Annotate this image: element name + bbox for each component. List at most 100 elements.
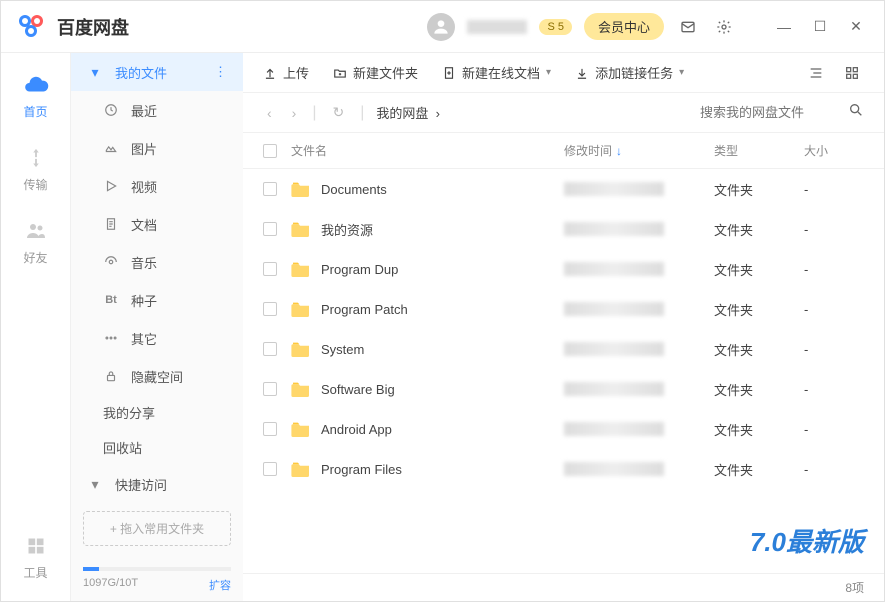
- vip-badge[interactable]: S 5: [539, 19, 572, 35]
- sidebar: ▾ 我的文件 ⋮ 最近 图片 视频 文档 音乐: [71, 53, 243, 601]
- folder-plus-icon: [333, 66, 347, 80]
- close-button[interactable]: ✕: [844, 15, 868, 39]
- quick-add-folder[interactable]: + 拖入常用文件夹: [83, 511, 231, 546]
- nav-home[interactable]: 首页: [22, 71, 50, 120]
- search-input[interactable]: [700, 105, 840, 120]
- column-time[interactable]: 修改时间↓: [564, 142, 714, 159]
- maximize-button[interactable]: ☐: [808, 15, 832, 39]
- file-row[interactable]: Software Big 文件夹 -: [243, 369, 884, 409]
- user-avatar[interactable]: [427, 13, 455, 41]
- nav-forward-button[interactable]: ›: [288, 105, 301, 121]
- file-time-blurred: [564, 222, 664, 236]
- sidebar-music[interactable]: 音乐: [71, 243, 243, 281]
- column-size[interactable]: 大小: [804, 142, 864, 159]
- file-row[interactable]: 我的资源 文件夹 -: [243, 209, 884, 249]
- nav-transfer[interactable]: 传输: [22, 144, 50, 193]
- column-type[interactable]: 类型: [714, 142, 804, 159]
- file-name: Documents: [321, 182, 387, 197]
- storage-label: 1097G/10T: [83, 577, 138, 593]
- row-checkbox[interactable]: [263, 462, 277, 476]
- sidebar-myfiles[interactable]: ▾ 我的文件 ⋮: [71, 53, 243, 91]
- sidebar-hidden[interactable]: 隐藏空间: [71, 357, 243, 395]
- file-time-blurred: [564, 462, 664, 476]
- upload-icon: [263, 66, 277, 80]
- file-name: Software Big: [321, 382, 395, 397]
- doc-plus-icon: [442, 66, 456, 80]
- caret-down-icon: ▾: [679, 67, 684, 78]
- nav-tools[interactable]: 工具: [22, 532, 50, 581]
- settings-icon[interactable]: [712, 15, 736, 39]
- app-name: 百度网盘: [57, 14, 129, 40]
- download-icon: [575, 66, 589, 80]
- file-name: Android App: [321, 422, 392, 437]
- file-name: Program Files: [321, 462, 402, 477]
- file-list: Documents 文件夹 - 我的资源 文件夹 - Program Dup 文…: [243, 169, 884, 573]
- sidebar-recent[interactable]: 最近: [71, 91, 243, 129]
- row-checkbox[interactable]: [263, 382, 277, 396]
- grid-view-button[interactable]: [840, 61, 864, 85]
- add-link-task-button[interactable]: 添加链接任务 ▾: [575, 63, 684, 82]
- statusbar: 8项: [243, 573, 884, 601]
- breadcrumb[interactable]: 我的网盘 ›: [376, 103, 440, 122]
- file-name: Program Dup: [321, 262, 398, 277]
- sidebar-quick-access[interactable]: ▾ 快捷访问: [71, 465, 243, 503]
- lock-icon: [103, 369, 119, 383]
- row-checkbox[interactable]: [263, 222, 277, 236]
- cloud-icon: [22, 71, 50, 99]
- sort-button[interactable]: [804, 61, 828, 85]
- navbar: ‹ › | ↻ | 我的网盘 ›: [243, 93, 884, 133]
- chevron-down-icon: ▾: [87, 64, 103, 81]
- chevron-down-icon: ▾: [87, 476, 103, 493]
- select-all-checkbox[interactable]: [263, 144, 277, 158]
- row-checkbox[interactable]: [263, 262, 277, 276]
- column-name[interactable]: 文件名: [291, 142, 564, 159]
- file-time-blurred: [564, 302, 664, 316]
- upload-button[interactable]: 上传: [263, 63, 309, 82]
- storage-bar: [83, 567, 231, 571]
- member-center-button[interactable]: 会员中心: [584, 13, 664, 40]
- file-type: 文件夹: [714, 180, 804, 199]
- sidebar-bt[interactable]: Bt 种子: [71, 281, 243, 319]
- friends-icon: [22, 217, 50, 245]
- row-checkbox[interactable]: [263, 342, 277, 356]
- file-size: -: [804, 182, 864, 197]
- nav-back-button[interactable]: ‹: [263, 105, 276, 121]
- sidebar-images[interactable]: 图片: [71, 129, 243, 167]
- file-time-blurred: [564, 262, 664, 276]
- mail-icon[interactable]: [676, 15, 700, 39]
- clock-icon: [103, 103, 119, 117]
- new-online-doc-button[interactable]: 新建在线文档 ▾: [442, 63, 551, 82]
- row-checkbox[interactable]: [263, 422, 277, 436]
- expand-storage-link[interactable]: 扩容: [209, 577, 231, 593]
- sidebar-myshare[interactable]: 我的分享: [71, 395, 243, 430]
- sidebar-docs[interactable]: 文档: [71, 205, 243, 243]
- new-folder-button[interactable]: 新建文件夹: [333, 63, 418, 82]
- nav-friends[interactable]: 好友: [22, 217, 50, 266]
- file-row[interactable]: System 文件夹 -: [243, 329, 884, 369]
- row-checkbox[interactable]: [263, 182, 277, 196]
- minimize-button[interactable]: —: [772, 15, 796, 39]
- search-icon[interactable]: [848, 102, 864, 123]
- file-name: Program Patch: [321, 302, 408, 317]
- sidebar-other[interactable]: 其它: [71, 319, 243, 357]
- file-size: -: [804, 422, 864, 437]
- more-icon[interactable]: ⋮: [214, 64, 227, 80]
- file-name: System: [321, 342, 364, 357]
- caret-down-icon: ▾: [546, 67, 551, 78]
- file-row[interactable]: Program Dup 文件夹 -: [243, 249, 884, 289]
- sidebar-video[interactable]: 视频: [71, 167, 243, 205]
- titlebar: 百度网盘 S 5 会员中心 — ☐ ✕: [1, 1, 884, 53]
- file-type: 文件夹: [714, 340, 804, 359]
- bt-icon: Bt: [103, 294, 119, 306]
- sidebar-recycle[interactable]: 回收站: [71, 430, 243, 465]
- file-row[interactable]: Program Patch 文件夹 -: [243, 289, 884, 329]
- file-row[interactable]: Program Files 文件夹 -: [243, 449, 884, 489]
- avatar-icon: [431, 17, 451, 37]
- folder-icon: [291, 221, 311, 237]
- username-blurred: [467, 20, 527, 34]
- row-checkbox[interactable]: [263, 302, 277, 316]
- file-row[interactable]: Documents 文件夹 -: [243, 169, 884, 209]
- file-row[interactable]: Android App 文件夹 -: [243, 409, 884, 449]
- nav-refresh-button[interactable]: ↻: [329, 104, 349, 121]
- file-size: -: [804, 262, 864, 277]
